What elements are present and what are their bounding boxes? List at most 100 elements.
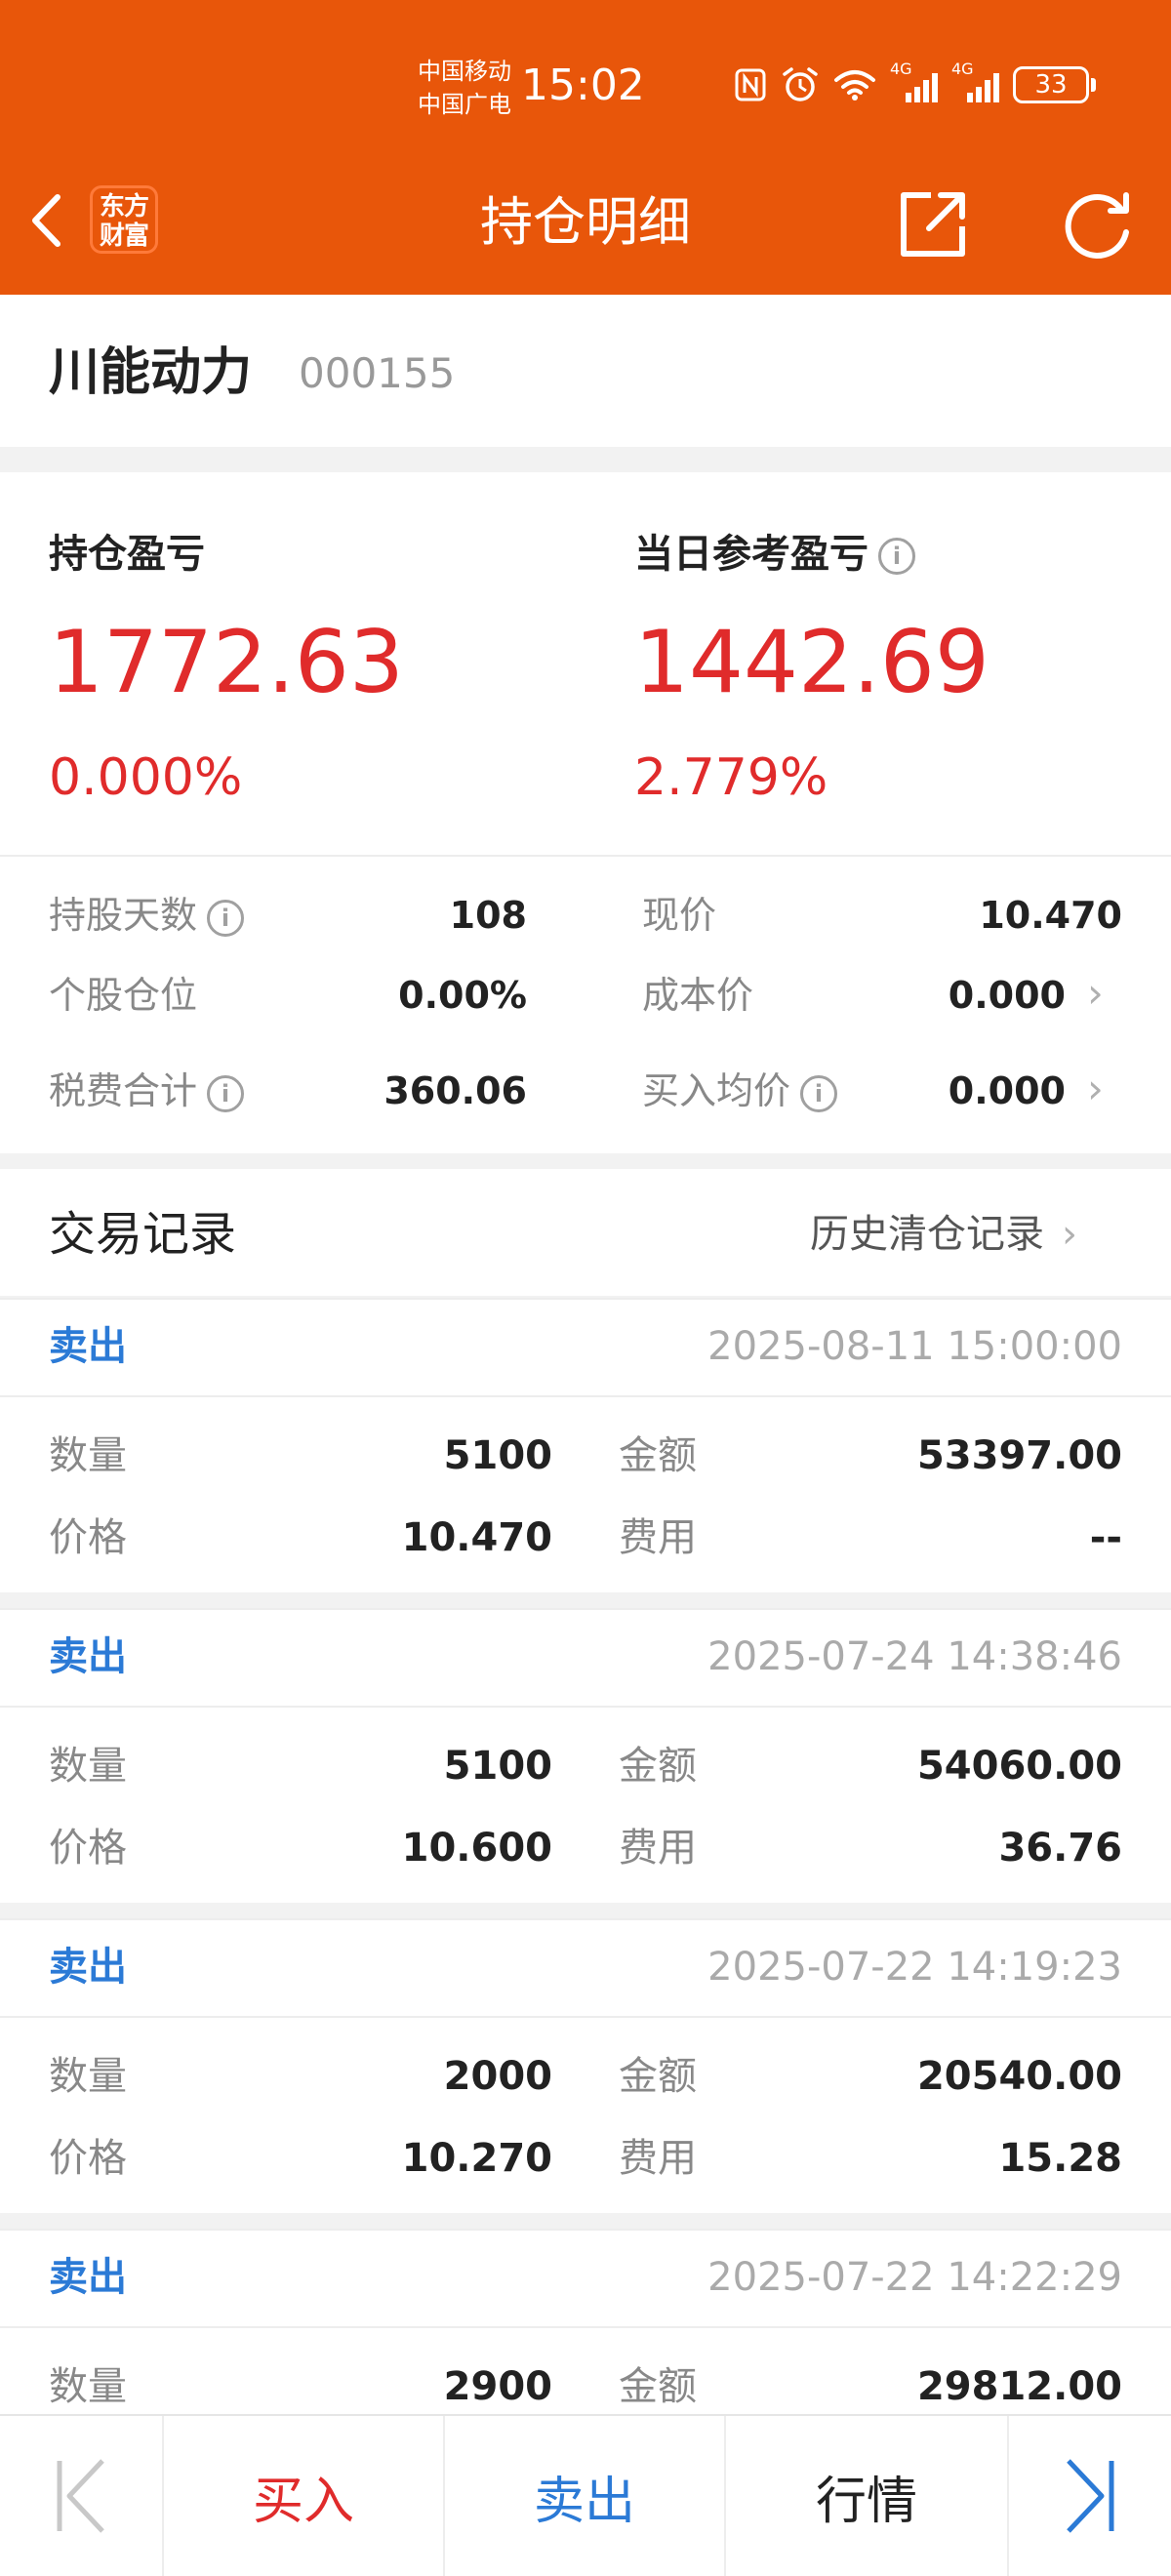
trade-time: 2025-07-22 14:19:23 xyxy=(707,1945,1122,1990)
holding-days-label: 持股天数 xyxy=(49,894,198,937)
trade-amount-value: 54060.00 xyxy=(916,1744,1122,1789)
avg-buy-price-value[interactable]: 0.000 xyxy=(949,1064,1066,1118)
history-clearance-link[interactable]: 历史清仓记录 › xyxy=(810,1202,1077,1267)
info-icon[interactable]: i xyxy=(878,538,915,575)
carrier-2: 中国广电 xyxy=(418,91,511,118)
trade-amount-label: 金额 xyxy=(619,2364,697,2409)
carrier-1: 中国移动 xyxy=(418,58,511,85)
trade-records-title: 交易记录 xyxy=(49,1207,237,1262)
avg-buy-price-label: 买入均价 xyxy=(642,1069,791,1112)
trade-price-label: 价格 xyxy=(49,2136,127,2181)
avg-buy-price-label-wrap: 买入均价 i xyxy=(642,1064,838,1118)
trade-amount-value: 20540.00 xyxy=(916,2054,1122,2099)
network-label-2: 4G xyxy=(951,60,974,78)
refresh-icon[interactable] xyxy=(1054,181,1140,267)
info-icon[interactable]: i xyxy=(207,899,245,937)
trade-amount-label: 金额 xyxy=(619,1433,697,1478)
trade-fee-label: 费用 xyxy=(619,1515,697,1560)
trade-qty-label: 数量 xyxy=(49,2054,127,2099)
trade-fee-label: 费用 xyxy=(619,1826,697,1871)
trade-time: 2025-08-11 15:00:00 xyxy=(707,1324,1122,1369)
status-icons: 4G 4G 33 xyxy=(734,60,1096,109)
quote-button[interactable]: 行情 xyxy=(726,2416,1007,2576)
bottom-action-bar: 买入 卖出 行情 xyxy=(0,2414,1171,2576)
next-stock-button[interactable] xyxy=(1009,2416,1171,2576)
avg-buy-chevron-icon[interactable]: › xyxy=(1087,1062,1104,1116)
chevron-right-icon: › xyxy=(1062,1212,1077,1257)
trade-qty-label: 数量 xyxy=(49,1744,127,1789)
position-pl-label: 持仓盈亏 xyxy=(49,532,205,577)
trade-qty-value: 5100 xyxy=(443,1744,552,1789)
history-clearance-label: 历史清仓记录 xyxy=(810,1212,1044,1257)
trade-amount-label: 金额 xyxy=(619,2054,697,2099)
trade-type: 卖出 xyxy=(49,2255,127,2300)
info-icon[interactable]: i xyxy=(800,1074,838,1112)
trade-fee-value: -- xyxy=(1089,1515,1122,1560)
position-ratio-value: 0.00% xyxy=(398,974,527,1017)
stock-code: 000155 xyxy=(299,349,456,397)
info-icon[interactable]: i xyxy=(207,1074,245,1112)
fees-total-label-wrap: 税费合计 i xyxy=(49,1064,245,1118)
share-icon[interactable] xyxy=(892,183,974,265)
trade-amount-value: 53397.00 xyxy=(916,1433,1122,1478)
stock-name: 川能动力 xyxy=(49,343,253,402)
position-pl-percent: 0.000% xyxy=(49,748,243,807)
trade-fee-value: 36.76 xyxy=(998,1826,1122,1871)
trade-record-card[interactable]: 卖出 2025-07-24 14:38:46 数量 5100 金额 54060.00 价格 1… xyxy=(0,1608,1171,1903)
battery-level: 33 xyxy=(1013,66,1089,103)
trade-price-value: 10.270 xyxy=(401,2136,552,2181)
fees-total-label: 税费合计 xyxy=(49,1069,198,1112)
top-bar: 中国移动 中国广电 15:02 4G 4G 33 东方 财富 持仓明细 xyxy=(0,0,1171,295)
carrier-info: 中国移动 中国广电 xyxy=(418,55,511,121)
back-chevron-icon xyxy=(32,194,61,247)
skip-next-icon xyxy=(1067,2459,1114,2533)
trade-type: 卖出 xyxy=(49,1945,127,1990)
current-price-label: 现价 xyxy=(642,894,717,937)
status-clock: 15:02 xyxy=(521,60,645,110)
panel-divider xyxy=(0,855,1171,857)
sell-button[interactable]: 卖出 xyxy=(445,2416,724,2576)
position-pl-value: 1772.63 xyxy=(49,612,404,712)
trade-qty-label: 数量 xyxy=(49,1433,127,1478)
trade-record-card[interactable]: 卖出 2025-07-22 14:19:23 数量 2000 金额 20540.00 价格 1… xyxy=(0,1918,1171,2213)
nfc-icon xyxy=(735,68,766,101)
trade-amount-value: 29812.00 xyxy=(916,2364,1122,2409)
holding-days-label-wrap: 持股天数 i xyxy=(49,888,245,943)
trade-time: 2025-07-24 14:38:46 xyxy=(707,1634,1122,1679)
signal-icon: 4G xyxy=(890,61,938,102)
trade-qty-label: 数量 xyxy=(49,2364,127,2409)
back-button[interactable] xyxy=(21,185,70,256)
holding-days-value: 108 xyxy=(449,894,527,937)
daily-pl-percent: 2.779% xyxy=(634,748,828,807)
skip-previous-icon xyxy=(57,2459,104,2533)
signal-icon-2: 4G xyxy=(951,61,999,102)
position-ratio-label: 个股仓位 xyxy=(49,974,198,1017)
fees-total-value: 360.06 xyxy=(384,1069,527,1112)
cost-price-value[interactable]: 0.000 xyxy=(949,968,1066,1023)
alarm-icon xyxy=(783,67,818,101)
app-root: 中国移动 中国广电 15:02 4G 4G 33 东方 财富 持仓明细 川能动力… xyxy=(0,0,1171,2576)
trade-qty-value: 2000 xyxy=(443,2054,552,2099)
wifi-icon xyxy=(834,70,875,101)
battery-icon: 33 xyxy=(1013,66,1096,103)
page-title: 持仓明细 xyxy=(480,191,691,253)
cost-price-chevron-icon[interactable]: › xyxy=(1087,966,1104,1021)
trade-amount-label: 金额 xyxy=(619,1744,697,1789)
prev-stock-button[interactable] xyxy=(0,2416,162,2576)
trade-type: 卖出 xyxy=(49,1324,127,1369)
trade-price-value: 10.470 xyxy=(401,1515,552,1560)
trade-price-label: 价格 xyxy=(49,1515,127,1560)
network-label-1: 4G xyxy=(890,60,912,78)
trade-qty-value: 5100 xyxy=(443,1433,552,1478)
trade-price-label: 价格 xyxy=(49,1826,127,1871)
trade-time: 2025-07-22 14:22:29 xyxy=(707,2255,1122,2300)
trade-fee-value: 15.28 xyxy=(998,2136,1122,2181)
daily-pl-label-wrap: 当日参考盈亏 i xyxy=(634,527,915,582)
trade-record-card[interactable]: 卖出 2025-08-11 15:00:00 数量 5100 金额 53397.00 价格 1… xyxy=(0,1298,1171,1592)
buy-button[interactable]: 买入 xyxy=(164,2416,443,2576)
daily-pl-label: 当日参考盈亏 xyxy=(634,532,868,577)
trade-price-value: 10.600 xyxy=(401,1826,552,1871)
current-price-value: 10.470 xyxy=(979,894,1122,937)
trade-qty-value: 2900 xyxy=(443,2364,552,2409)
app-logo: 东方 财富 xyxy=(90,185,158,254)
